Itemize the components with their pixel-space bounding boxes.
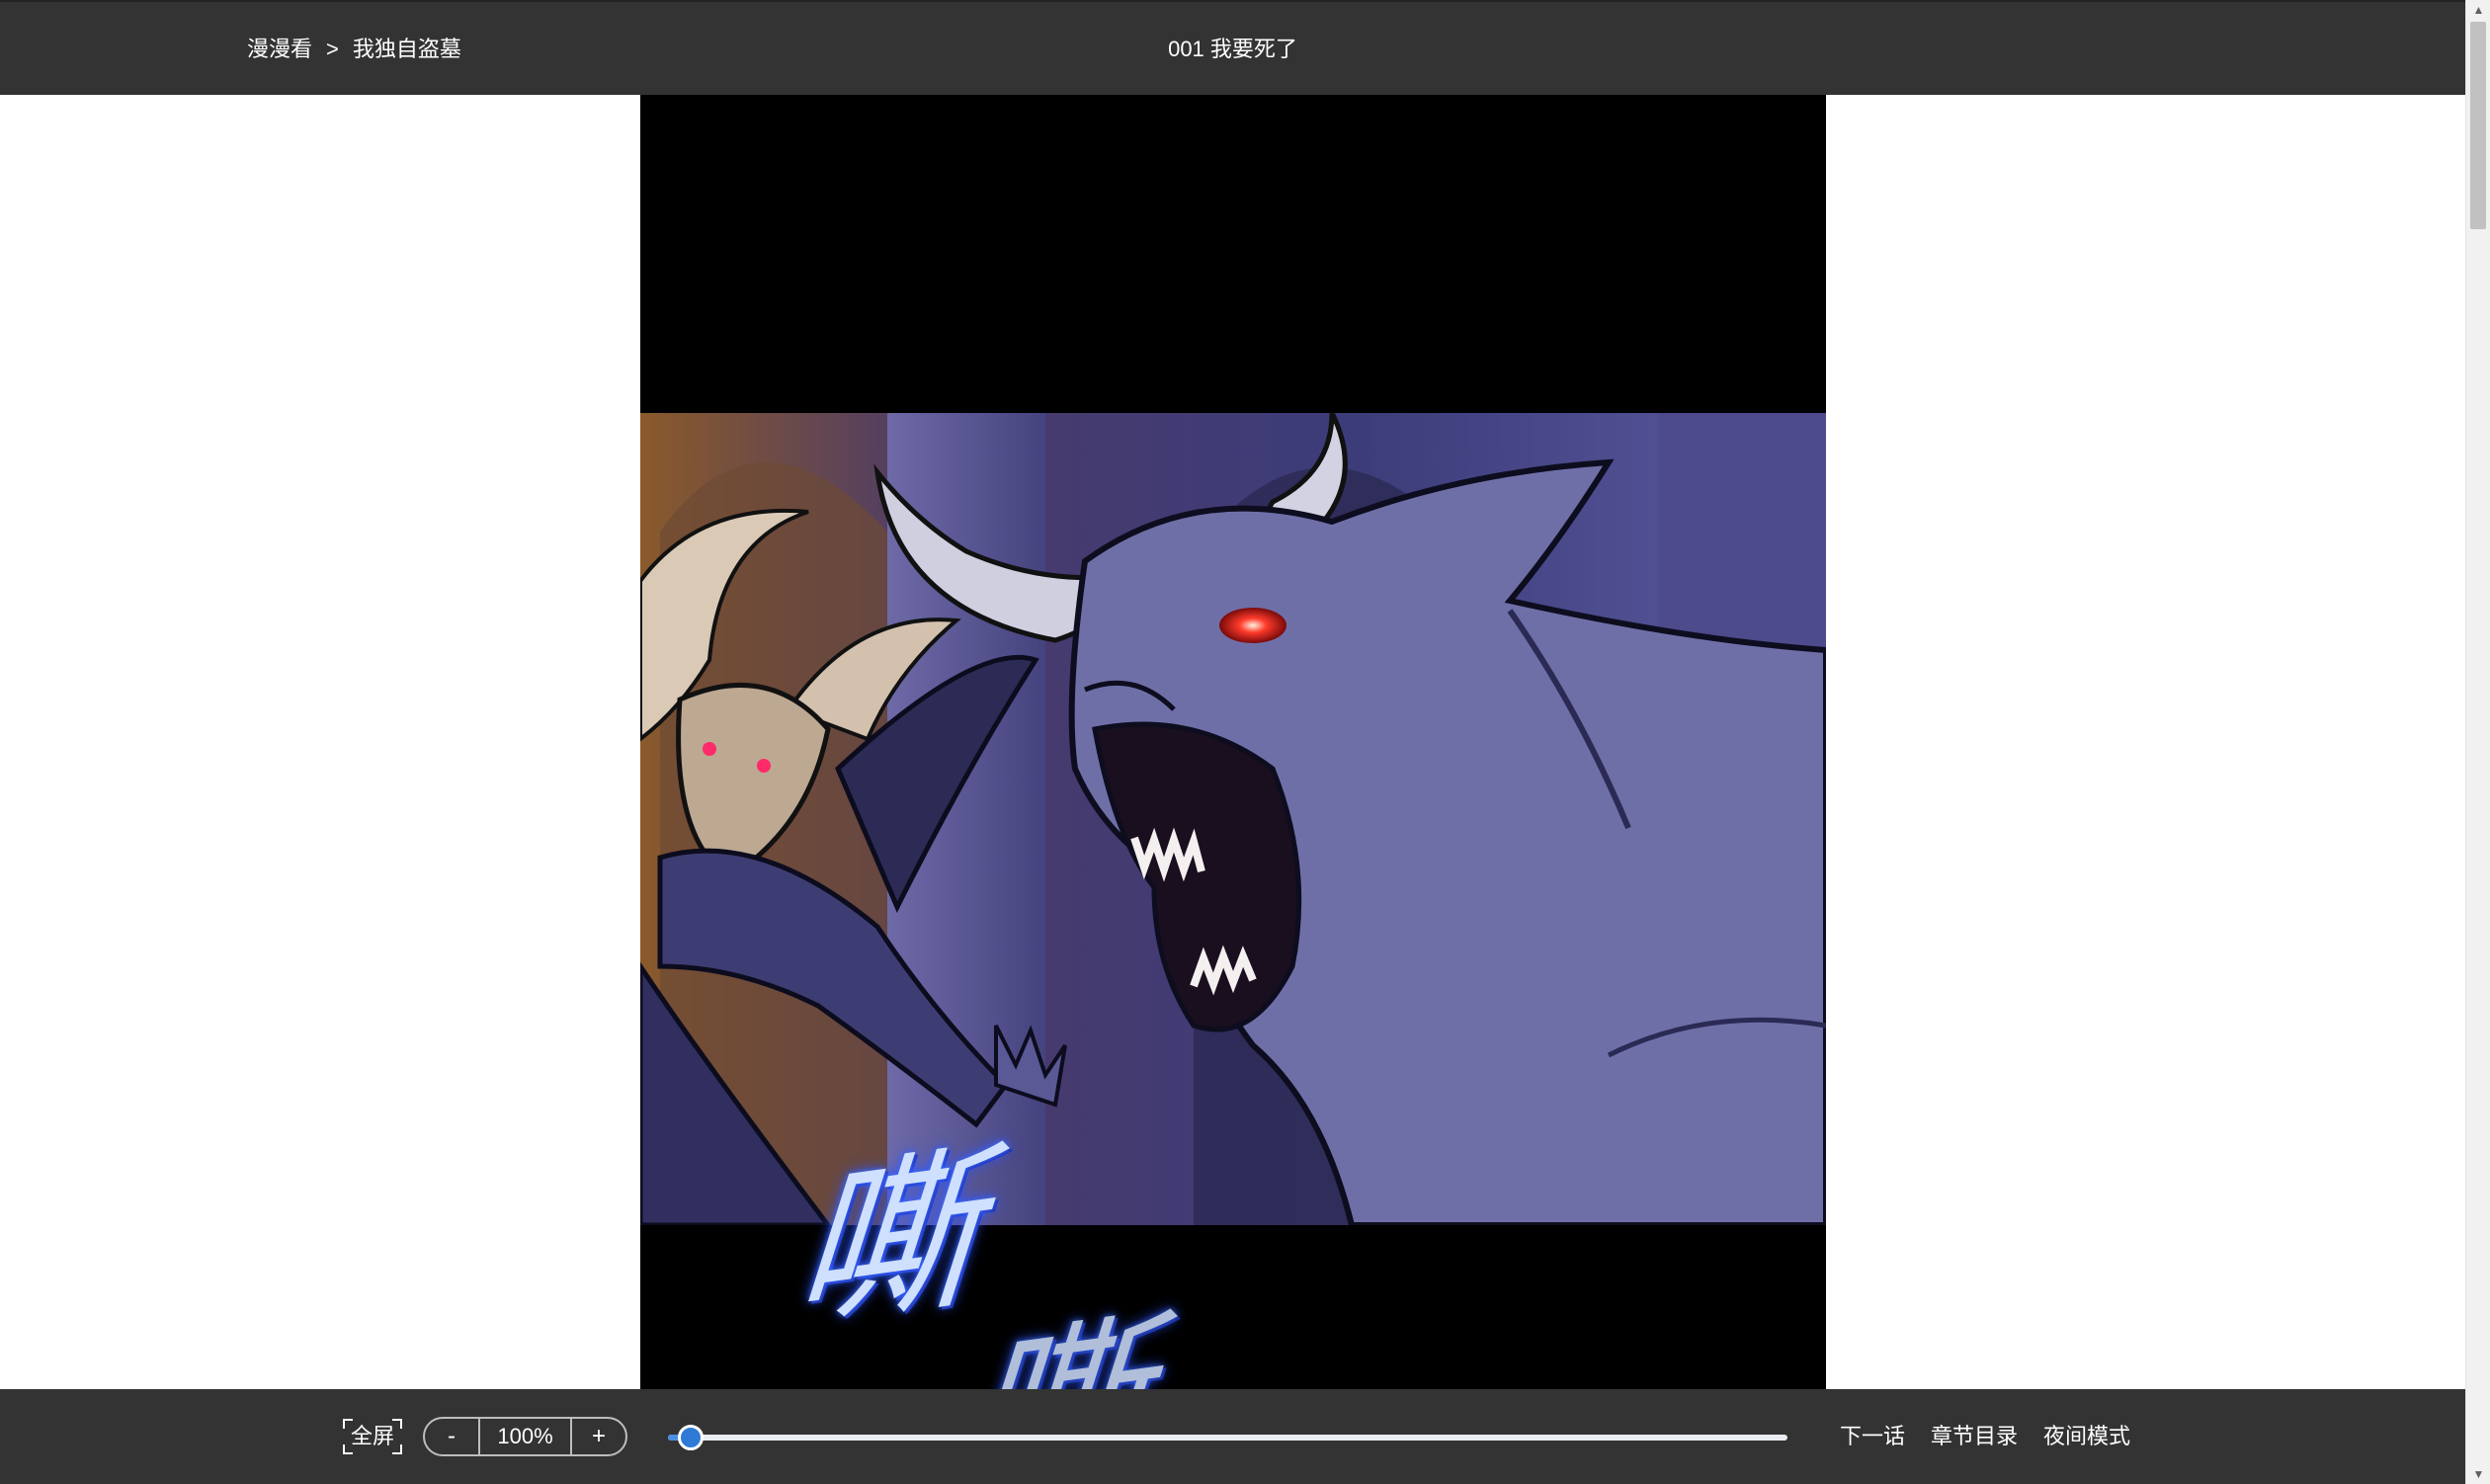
page-progress-slider[interactable] — [668, 1425, 1787, 1450]
fullscreen-button[interactable]: 全屏 — [343, 1419, 402, 1454]
night-mode-button[interactable]: 夜间模式 — [2043, 1419, 2130, 1454]
scroll-down-arrow-icon[interactable]: ▼ — [2466, 1464, 2490, 1484]
next-chapter-button[interactable]: 下一话 — [1840, 1419, 1905, 1454]
zoom-level: 100% — [478, 1419, 572, 1454]
scrollbar-thumb[interactable] — [2470, 22, 2486, 229]
fullscreen-corner-icon — [343, 1444, 353, 1454]
fullscreen-corner-icon — [392, 1444, 402, 1454]
page-progress-handle[interactable] — [677, 1425, 704, 1450]
zoom-out-button[interactable]: - — [425, 1419, 478, 1454]
chapter-list-button[interactable]: 章节目录 — [1931, 1419, 2018, 1454]
toolbar-links: 下一话 章节目录 夜间模式 — [1840, 1419, 2130, 1454]
zoom-control: - 100% + — [423, 1417, 627, 1456]
comic-page-image: 嘶 嘶 — [640, 95, 1826, 1484]
top-bar: 漫漫看 > 我独自盗墓 001 我要死了 — [0, 0, 2465, 95]
page-scrollbar[interactable]: ▲ ▼ — [2465, 0, 2490, 1484]
reader-toolbar: 全屏 - 100% + 下一话 章节目录 夜间模式 — [0, 1389, 2465, 1484]
scroll-up-arrow-icon[interactable]: ▲ — [2466, 0, 2490, 20]
fullscreen-corner-icon — [343, 1419, 353, 1429]
zoom-in-button[interactable]: + — [572, 1419, 625, 1454]
fullscreen-label: 全屏 — [350, 1424, 394, 1448]
fullscreen-corner-icon — [392, 1419, 402, 1429]
chapter-title: 001 我要死了 — [1168, 37, 1297, 61]
comic-panel-illustration — [640, 413, 1826, 1225]
sfx-text-1: 嘶 — [788, 1125, 986, 1356]
